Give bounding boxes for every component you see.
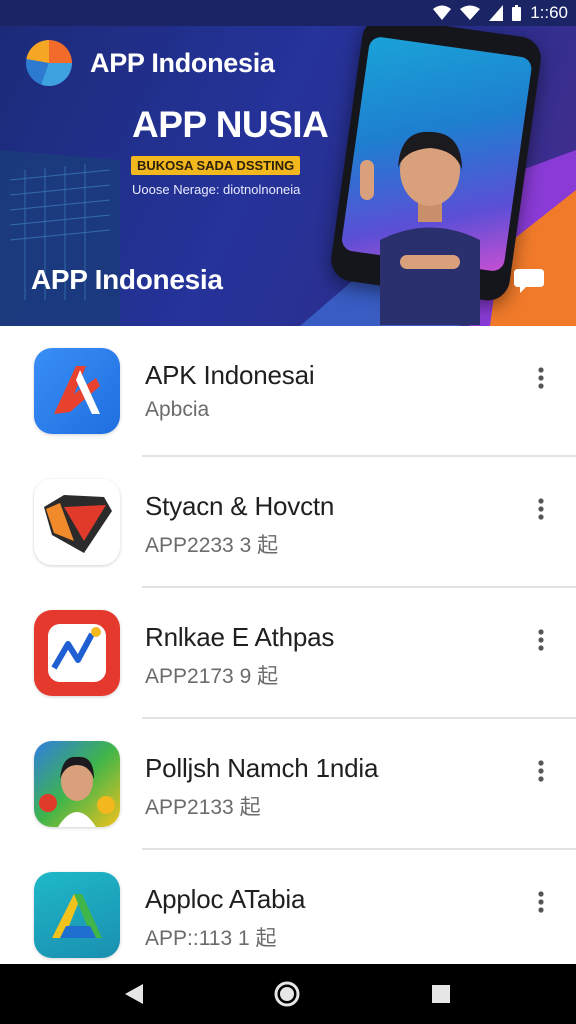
list-item[interactable]: Apploc ATabia APP::113 1 起 <box>0 850 576 981</box>
list-item[interactable]: APK Indonesai Apbcia <box>0 326 576 457</box>
more-options-icon[interactable] <box>527 364 555 392</box>
signal-icon <box>433 5 452 20</box>
red-arrow-app-icon <box>34 348 120 434</box>
chart-app-icon <box>34 610 120 696</box>
banner-tag: BUKOSA SADA DSSTING <box>131 156 301 175</box>
home-icon <box>274 981 300 1007</box>
banner-title: APP Indonesia <box>31 264 223 295</box>
cellular-icon <box>489 5 504 21</box>
brand-logo-icon <box>26 40 72 86</box>
app-subtitle: APP2173 9 起 <box>145 665 279 688</box>
header-banner[interactable]: APP Indonesia APP NUSIA BUKOSA SADA DSST… <box>0 0 576 326</box>
brand-name: APP Indonesia <box>90 48 275 78</box>
portrait-app-icon <box>34 741 120 827</box>
status-time: 1::60 <box>530 3 568 22</box>
status-bar: 1::60 <box>0 0 576 26</box>
back-button[interactable] <box>118 978 150 1010</box>
shield-app-icon <box>34 479 120 565</box>
more-options-icon[interactable] <box>527 626 555 654</box>
banner-headline: APP NUSIA <box>132 104 329 145</box>
more-options-icon[interactable] <box>527 495 555 523</box>
recents-icon <box>432 985 450 1003</box>
app-subtitle: Apbcia <box>145 398 210 421</box>
more-options-icon[interactable] <box>527 888 555 916</box>
recents-button[interactable] <box>425 978 457 1010</box>
app-name: Styacn & Hovctn <box>145 491 335 521</box>
list-item[interactable]: Rnlkae E Athpas APP2173 9 起 <box>0 588 576 719</box>
app-name: Apploc ATabia <box>145 884 306 914</box>
list-item[interactable]: Polljsh Namch 1ndia APP2133 起 <box>0 719 576 850</box>
banner-subtitle: Uoose Nerage: diotnolnoneia <box>132 182 301 197</box>
battery-icon <box>512 5 522 21</box>
triangle-app-icon <box>34 872 120 958</box>
wifi-icon <box>460 5 481 20</box>
more-options-icon[interactable] <box>527 757 555 785</box>
app-subtitle: APP2133 起 <box>145 796 261 819</box>
app-name: APK Indonesai <box>145 360 315 390</box>
app-list: APK Indonesai Apbcia Styacn & Hovctn APP… <box>0 326 576 964</box>
back-icon <box>125 984 143 1004</box>
home-button[interactable] <box>271 978 303 1010</box>
list-item[interactable]: Styacn & Hovctn APP2233 3 起 <box>0 457 576 588</box>
app-name: Rnlkae E Athpas <box>145 622 335 652</box>
navigation-bar <box>0 964 576 1024</box>
app-name: Polljsh Namch 1ndia <box>145 753 379 783</box>
chat-bubble-icon[interactable] <box>512 265 546 295</box>
app-subtitle: APP::113 1 起 <box>145 927 277 950</box>
app-subtitle: APP2233 3 起 <box>145 534 279 557</box>
person-illustration <box>360 131 480 325</box>
